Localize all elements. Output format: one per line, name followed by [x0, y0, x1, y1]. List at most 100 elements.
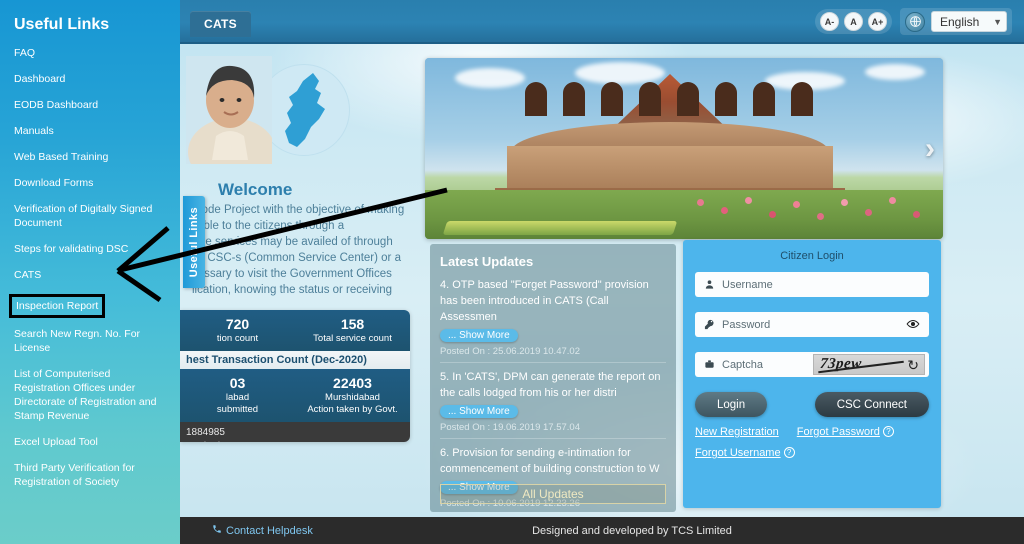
welcome-line: lication, knowing the status or receivin… — [192, 284, 393, 296]
key-icon — [704, 319, 715, 330]
stat-label: Total service count — [313, 333, 392, 344]
font-decrease-button[interactable]: A- — [820, 12, 839, 31]
captcha-image: 73pew ↻ — [813, 354, 925, 375]
all-updates-button[interactable]: All Updates — [440, 484, 666, 504]
image-carousel[interactable]: › — [425, 58, 943, 239]
login-links-row-2: Forgot Username? — [695, 447, 929, 459]
language-select[interactable]: English ▼ — [931, 11, 1007, 32]
sidebar-item-eodb-dashboard[interactable]: EODB Dashboard — [14, 98, 166, 112]
show-more-button[interactable]: ... Show More — [440, 405, 518, 418]
stat-total-service-count: 158 Total service count — [295, 315, 410, 345]
update-text: 4. OTP based "Forget Password" provision… — [440, 279, 649, 323]
sidebar-item-dashboard[interactable]: Dashboard — [14, 72, 166, 86]
cloud-shape — [865, 64, 925, 80]
chief-minister-portrait — [186, 56, 272, 164]
temple-arch — [563, 82, 585, 116]
garden-lawn — [425, 190, 943, 239]
password-placeholder: Password — [722, 318, 771, 331]
welcome-line: cessary to visit the Government Offices — [192, 268, 392, 280]
login-button-row: Login CSC Connect — [695, 392, 929, 417]
stat-district-submitted: 03 labad submitted — [180, 374, 295, 416]
captcha-field[interactable]: Captcha 73pew ↻ — [695, 352, 929, 377]
stats-row-bottom: 03 labad submitted 22403 Murshidabad Act… — [180, 369, 410, 422]
stat-value: 03 — [229, 375, 246, 391]
font-normal-button[interactable]: A — [844, 12, 863, 31]
sidebar-item-verification-digitally-signed-document[interactable]: Verification of Digitally Signed Documen… — [14, 202, 166, 230]
footer-credit: Designed and developed by TCS Limited — [532, 524, 732, 537]
globe-icon — [905, 11, 925, 32]
csc-connect-button[interactable]: CSC Connect — [814, 392, 929, 417]
stat-value: 22403 — [333, 375, 372, 391]
sidebar-item-list-of-computerised-registration-offices[interactable]: List of Computerised Registration Office… — [14, 367, 166, 423]
font-increase-button[interactable]: A+ — [868, 12, 887, 31]
sidebar-item-web-based-training[interactable]: Web Based Training — [14, 150, 166, 164]
sidebar-item-search-new-regn-no-for-license[interactable]: Search New Regn. No. For License — [14, 327, 166, 355]
contact-helpdesk-label: Contact Helpdesk — [226, 524, 313, 537]
stat-label: Murshidabad — [325, 392, 380, 403]
temple-arch — [639, 82, 661, 116]
top-bar: CATS A- A A+ English ▼ — [180, 0, 1024, 44]
useful-links-vertical-tab[interactable]: Useful Links — [183, 196, 205, 288]
password-field[interactable]: Password — [695, 312, 929, 337]
update-text: 5. In 'CATS', DPM can generate the repor… — [440, 371, 661, 399]
welcome-line: ny CSC-s (Common Service Center) or a — [192, 252, 401, 264]
temple-arch — [677, 82, 699, 116]
stat-label: Action taken by Govt. — [307, 404, 398, 415]
font-size-controls: A- A A+ — [815, 9, 892, 34]
latest-updates-panel: Latest Updates 4. OTP based "Forget Pass… — [430, 244, 676, 512]
temple-arch — [753, 82, 775, 116]
user-icon — [704, 279, 715, 290]
tab-cats-label: CATS — [204, 17, 237, 31]
language-controls: English ▼ — [900, 8, 1012, 35]
show-more-button[interactable]: ... Show More — [440, 329, 518, 342]
stats-banner: hest Transaction Count (Dec-2020) — [180, 351, 410, 369]
stats-row-top: 720 tion count 158 Total service count — [180, 310, 410, 351]
tab-cats[interactable]: CATS — [190, 11, 251, 37]
update-posted-on: Posted On : 19.06.2019 17.57.04 — [440, 422, 580, 433]
username-field[interactable]: Username — [695, 272, 929, 297]
stats-footer: 1884985 : 13/02/2020 12:02:00 V4.0 — [180, 422, 410, 442]
temple-body — [507, 146, 833, 192]
sidebar-item-inspection-report[interactable]: Inspection Report — [9, 294, 106, 318]
update-text: 6. Provision for sending e-intimation fo… — [440, 447, 660, 475]
temple-arch — [715, 82, 737, 116]
sidebar-item-download-forms[interactable]: Download Forms — [14, 176, 166, 190]
stats-footer-version: : 13/02/2020 12:02:00 V4.0 — [186, 440, 404, 442]
username-placeholder: Username — [722, 278, 773, 291]
stat-transaction-count: 720 tion count — [180, 315, 295, 345]
captcha-placeholder: Captcha — [722, 358, 763, 371]
app-root: CATS A- A A+ English ▼ Welcome Mode Proj… — [0, 0, 1024, 544]
hedge-shape — [442, 221, 678, 235]
top-bar-controls: A- A A+ English ▼ — [815, 8, 1012, 35]
login-button[interactable]: Login — [695, 392, 768, 417]
citizen-login-title: Citizen Login — [780, 250, 844, 262]
welcome-body: Mode Project with the objective of makin… — [192, 202, 428, 298]
temple-arch — [601, 82, 623, 116]
welcome-title: Welcome — [218, 180, 293, 199]
sidebar-item-faq[interactable]: FAQ — [14, 46, 166, 60]
forgot-username-link[interactable]: Forgot Username? — [695, 447, 795, 459]
sidebar-item-excel-upload-tool[interactable]: Excel Upload Tool — [14, 435, 166, 449]
eye-icon[interactable] — [906, 317, 920, 334]
update-item: 5. In 'CATS', DPM can generate the repor… — [440, 369, 666, 439]
sidebar-item-third-party-verification[interactable]: Third Party Verification for Registratio… — [14, 461, 166, 489]
sidebar-item-manuals[interactable]: Manuals — [14, 124, 166, 138]
welcome-line: Mode Project with the objective of makin… — [192, 204, 405, 216]
sidebar-item-steps-validating-dsc[interactable]: Steps for validating DSC — [14, 242, 166, 256]
login-links-row-1: New Registration Forgot Password? — [695, 426, 929, 438]
carousel-next-button[interactable]: › — [925, 133, 935, 164]
stat-value: 720 — [225, 316, 250, 332]
temple-arch — [525, 82, 547, 116]
update-item: 4. OTP based "Forget Password" provision… — [440, 277, 666, 363]
page-footer: Contact Helpdesk Designed and developed … — [180, 517, 1024, 544]
new-registration-link[interactable]: New Registration — [695, 426, 779, 438]
forgot-password-link[interactable]: Forgot Password? — [797, 426, 894, 438]
update-posted-on: Posted On : 25.06.2019 10.47.02 — [440, 346, 580, 357]
contact-helpdesk-link[interactable]: Contact Helpdesk — [212, 524, 313, 537]
stat-label: labad — [225, 392, 250, 403]
stat-value: 158 — [340, 316, 365, 332]
sidebar-item-cats[interactable]: CATS — [14, 268, 166, 282]
temple-structure — [495, 74, 845, 210]
sidebar-title: Useful Links — [14, 16, 110, 33]
refresh-icon[interactable]: ↻ — [907, 357, 919, 374]
